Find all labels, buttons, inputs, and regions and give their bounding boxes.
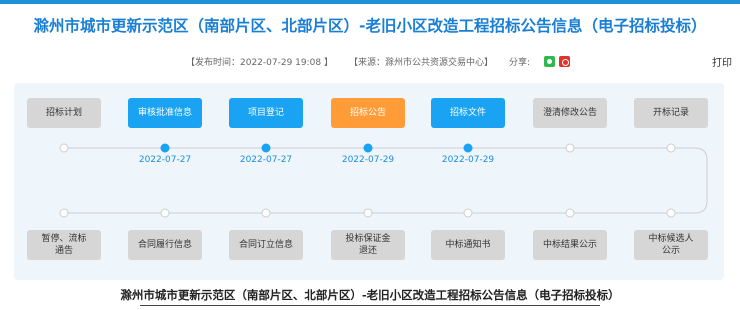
stage-top-6[interactable]: 澄清修改公告 xyxy=(533,98,607,128)
stage-label: 中标结果公示 xyxy=(542,240,597,250)
stage-date: 2022-07-29 xyxy=(341,155,395,165)
weibo-icon[interactable] xyxy=(559,55,571,67)
document-rule xyxy=(140,305,600,306)
top-accent-bar xyxy=(0,0,740,4)
page-title: 滁州市城市更新示范区（南部片区、北部片区）-老旧小区改造工程招标公告信息（电子招… xyxy=(33,17,707,35)
stage-bottom-3[interactable]: 合同订立信息 xyxy=(229,230,303,260)
document-heading: 滁州市城市更新示范区（南部片区、北部片区）-老旧小区改造工程招标公告信息（电子招… xyxy=(120,288,620,302)
stage-label: 项目登记 xyxy=(247,108,284,118)
stage-label: 开标记录 xyxy=(652,108,689,118)
stage-label: 澄清修改公告 xyxy=(542,108,597,118)
stage-top-2[interactable]: 审核批准信息 xyxy=(128,98,202,128)
stage-top-1[interactable]: 招标计划 xyxy=(27,98,101,128)
stage-top-7[interactable]: 开标记录 xyxy=(634,98,708,128)
stage-label: 招标文件 xyxy=(449,108,486,118)
stage-bottom-6[interactable]: 中标结果公示 xyxy=(533,230,607,260)
print-link[interactable]: 打印 xyxy=(712,54,732,69)
meta-bar: 【发布时间：2022-07-29 19:08 】 【来源：滁州市公共资源交易中心… xyxy=(186,54,571,68)
stage-bottom-5[interactable]: 中标通知书 xyxy=(431,230,505,260)
stage-label: 审核批准信息 xyxy=(137,108,192,118)
stage-label: 合同履行信息 xyxy=(137,240,192,250)
source-label: 【来源：滁州市公共资源交易中心】 xyxy=(348,57,493,68)
stage-label: 招标计划 xyxy=(45,108,82,118)
stage-label: 招标公告 xyxy=(349,108,386,118)
stage-label: 合同订立信息 xyxy=(238,240,293,250)
stage-top-4[interactable]: 招标公告 xyxy=(331,98,405,128)
stage-top-3[interactable]: 项目登记 xyxy=(229,98,303,128)
stage-date: 2022-07-27 xyxy=(239,155,293,165)
stage-date: 2022-07-29 xyxy=(441,155,495,165)
stage-bottom-1[interactable]: 暂停、流标 通告 xyxy=(27,230,101,260)
publish-time: 【发布时间：2022-07-29 19:08 】 xyxy=(186,57,333,68)
share-label: 分享: xyxy=(508,57,531,68)
stage-bottom-7[interactable]: 中标候选人 公示 xyxy=(634,230,708,260)
stage-bottom-2[interactable]: 合同履行信息 xyxy=(128,230,202,260)
wechat-icon[interactable] xyxy=(544,55,556,67)
stage-date: 2022-07-27 xyxy=(138,155,192,165)
stage-label: 投标保证金 退还 xyxy=(345,234,391,256)
stage-label: 中标通知书 xyxy=(445,240,491,250)
stage-bottom-4[interactable]: 投标保证金 退还 xyxy=(331,230,405,260)
stage-label: 暂停、流标 通告 xyxy=(41,234,87,256)
stage-label: 中标候选人 公示 xyxy=(648,234,694,256)
stage-top-5[interactable]: 招标文件 xyxy=(431,98,505,128)
